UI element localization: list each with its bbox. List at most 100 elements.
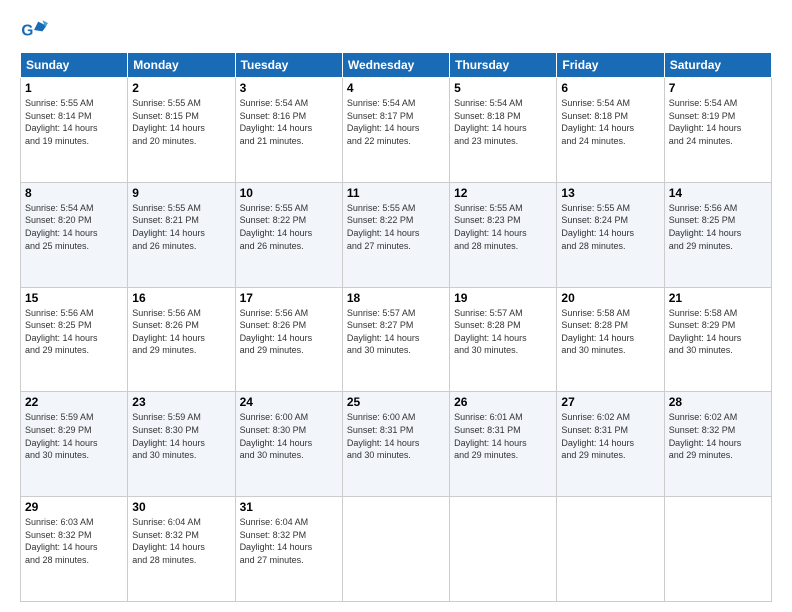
- day-number: 8: [25, 186, 123, 200]
- calendar-cell: 27Sunrise: 6:02 AM Sunset: 8:31 PM Dayli…: [557, 392, 664, 497]
- day-info: Sunrise: 5:56 AM Sunset: 8:26 PM Dayligh…: [240, 307, 338, 357]
- day-number: 28: [669, 395, 767, 409]
- day-number: 25: [347, 395, 445, 409]
- calendar-week-1: 1 Sunrise: 5:55 AM Sunset: 8:14 PM Daylig…: [21, 78, 772, 183]
- day-info: Sunrise: 6:00 AM Sunset: 8:30 PM Dayligh…: [240, 411, 338, 461]
- calendar-cell: 17 Sunrise: 5:56 AM Sunset: 8:26 PM Dayli…: [235, 287, 342, 392]
- calendar-cell: 10Sunrise: 5:55 AM Sunset: 8:22 PM Dayli…: [235, 182, 342, 287]
- calendar-cell: 11 Sunrise: 5:55 AM Sunset: 8:22 PM Dayli…: [342, 182, 449, 287]
- day-info: Sunrise: 6:00 AM Sunset: 8:31 PM Dayligh…: [347, 411, 445, 461]
- day-info: Sunrise: 5:56 AM Sunset: 8:25 PM Dayligh…: [669, 202, 767, 252]
- day-number: 13: [561, 186, 659, 200]
- day-info: Sunrise: 5:54 AM Sunset: 8:17 PM Dayligh…: [347, 97, 445, 147]
- day-info: Sunrise: 5:57 AM Sunset: 8:28 PM Dayligh…: [454, 307, 552, 357]
- day-info: Sunrise: 6:02 AM Sunset: 8:31 PM Dayligh…: [561, 411, 659, 461]
- day-number: 26: [454, 395, 552, 409]
- day-number: 3: [240, 81, 338, 95]
- day-info: Sunrise: 6:01 AM Sunset: 8:31 PM Dayligh…: [454, 411, 552, 461]
- day-info: Sunrise: 5:54 AM Sunset: 8:18 PM Dayligh…: [454, 97, 552, 147]
- day-number: 9: [132, 186, 230, 200]
- day-number: 12: [454, 186, 552, 200]
- calendar-week-5: 29 Sunrise: 6:03 AM Sunset: 8:32 PM Dayli…: [21, 497, 772, 602]
- calendar-cell: 7 Sunrise: 5:54 AM Sunset: 8:19 PM Daylig…: [664, 78, 771, 183]
- calendar-cell: 15 Sunrise: 5:56 AM Sunset: 8:25 PM Dayli…: [21, 287, 128, 392]
- calendar-cell: 2Sunrise: 5:55 AM Sunset: 8:15 PM Daylig…: [128, 78, 235, 183]
- day-info: Sunrise: 5:56 AM Sunset: 8:25 PM Dayligh…: [25, 307, 123, 357]
- col-header-tuesday: Tuesday: [235, 53, 342, 78]
- calendar-week-3: 15 Sunrise: 5:56 AM Sunset: 8:25 PM Dayli…: [21, 287, 772, 392]
- day-number: 29: [25, 500, 123, 514]
- day-number: 30: [132, 500, 230, 514]
- day-number: 23: [132, 395, 230, 409]
- header: G: [20, 16, 772, 44]
- day-number: 14: [669, 186, 767, 200]
- calendar-cell: 5 Sunrise: 5:54 AM Sunset: 8:18 PM Daylig…: [450, 78, 557, 183]
- calendar-cell: 24 Sunrise: 6:00 AM Sunset: 8:30 PM Dayli…: [235, 392, 342, 497]
- day-info: Sunrise: 5:55 AM Sunset: 8:15 PM Dayligh…: [132, 97, 230, 147]
- day-info: Sunrise: 5:55 AM Sunset: 8:22 PM Dayligh…: [347, 202, 445, 252]
- day-number: 6: [561, 81, 659, 95]
- day-info: Sunrise: 5:57 AM Sunset: 8:27 PM Dayligh…: [347, 307, 445, 357]
- day-info: Sunrise: 5:54 AM Sunset: 8:19 PM Dayligh…: [669, 97, 767, 147]
- day-number: 7: [669, 81, 767, 95]
- day-number: 16: [132, 291, 230, 305]
- day-info: Sunrise: 5:54 AM Sunset: 8:16 PM Dayligh…: [240, 97, 338, 147]
- day-info: Sunrise: 5:58 AM Sunset: 8:28 PM Dayligh…: [561, 307, 659, 357]
- logo-icon: G: [20, 16, 48, 44]
- col-header-wednesday: Wednesday: [342, 53, 449, 78]
- calendar-cell: 8 Sunrise: 5:54 AM Sunset: 8:20 PM Daylig…: [21, 182, 128, 287]
- svg-text:G: G: [21, 23, 33, 40]
- calendar-cell: [664, 497, 771, 602]
- day-info: Sunrise: 6:04 AM Sunset: 8:32 PM Dayligh…: [240, 516, 338, 566]
- day-number: 10: [240, 186, 338, 200]
- calendar-table: SundayMondayTuesdayWednesdayThursdayFrid…: [20, 52, 772, 602]
- calendar-cell: 6Sunrise: 5:54 AM Sunset: 8:18 PM Daylig…: [557, 78, 664, 183]
- calendar-cell: 30Sunrise: 6:04 AM Sunset: 8:32 PM Dayli…: [128, 497, 235, 602]
- day-info: Sunrise: 5:55 AM Sunset: 8:23 PM Dayligh…: [454, 202, 552, 252]
- day-number: 18: [347, 291, 445, 305]
- day-info: Sunrise: 5:56 AM Sunset: 8:26 PM Dayligh…: [132, 307, 230, 357]
- calendar-cell: [557, 497, 664, 602]
- calendar-cell: 19 Sunrise: 5:57 AM Sunset: 8:28 PM Dayli…: [450, 287, 557, 392]
- calendar-cell: [342, 497, 449, 602]
- calendar-cell: 29 Sunrise: 6:03 AM Sunset: 8:32 PM Dayli…: [21, 497, 128, 602]
- day-info: Sunrise: 6:03 AM Sunset: 8:32 PM Dayligh…: [25, 516, 123, 566]
- calendar-cell: 21Sunrise: 5:58 AM Sunset: 8:29 PM Dayli…: [664, 287, 771, 392]
- day-number: 11: [347, 186, 445, 200]
- calendar-week-4: 22Sunrise: 5:59 AM Sunset: 8:29 PM Dayli…: [21, 392, 772, 497]
- calendar-cell: 31 Sunrise: 6:04 AM Sunset: 8:32 PM Dayli…: [235, 497, 342, 602]
- calendar-cell: 22Sunrise: 5:59 AM Sunset: 8:29 PM Dayli…: [21, 392, 128, 497]
- calendar-cell: 18 Sunrise: 5:57 AM Sunset: 8:27 PM Dayli…: [342, 287, 449, 392]
- day-info: Sunrise: 5:54 AM Sunset: 8:20 PM Dayligh…: [25, 202, 123, 252]
- day-info: Sunrise: 5:55 AM Sunset: 8:21 PM Dayligh…: [132, 202, 230, 252]
- day-number: 31: [240, 500, 338, 514]
- calendar-cell: 16 Sunrise: 5:56 AM Sunset: 8:26 PM Dayli…: [128, 287, 235, 392]
- calendar-cell: 4Sunrise: 5:54 AM Sunset: 8:17 PM Daylig…: [342, 78, 449, 183]
- calendar-week-2: 8 Sunrise: 5:54 AM Sunset: 8:20 PM Daylig…: [21, 182, 772, 287]
- calendar-cell: 23Sunrise: 5:59 AM Sunset: 8:30 PM Dayli…: [128, 392, 235, 497]
- day-info: Sunrise: 5:58 AM Sunset: 8:29 PM Dayligh…: [669, 307, 767, 357]
- logo: G: [20, 16, 50, 44]
- calendar-cell: 20 Sunrise: 5:58 AM Sunset: 8:28 PM Dayli…: [557, 287, 664, 392]
- day-number: 24: [240, 395, 338, 409]
- col-header-thursday: Thursday: [450, 53, 557, 78]
- calendar-cell: 28 Sunrise: 6:02 AM Sunset: 8:32 PM Dayli…: [664, 392, 771, 497]
- page: G SundayMondayTuesdayWednesdayThursdayFr…: [0, 0, 792, 612]
- calendar-cell: 25 Sunrise: 6:00 AM Sunset: 8:31 PM Dayli…: [342, 392, 449, 497]
- day-info: Sunrise: 6:02 AM Sunset: 8:32 PM Dayligh…: [669, 411, 767, 461]
- day-number: 19: [454, 291, 552, 305]
- col-header-friday: Friday: [557, 53, 664, 78]
- day-number: 1: [25, 81, 123, 95]
- calendar-cell: 3 Sunrise: 5:54 AM Sunset: 8:16 PM Daylig…: [235, 78, 342, 183]
- day-info: Sunrise: 5:55 AM Sunset: 8:14 PM Dayligh…: [25, 97, 123, 147]
- calendar-cell: 1 Sunrise: 5:55 AM Sunset: 8:14 PM Daylig…: [21, 78, 128, 183]
- calendar-cell: 12 Sunrise: 5:55 AM Sunset: 8:23 PM Dayli…: [450, 182, 557, 287]
- day-number: 17: [240, 291, 338, 305]
- calendar-cell: 9 Sunrise: 5:55 AM Sunset: 8:21 PM Daylig…: [128, 182, 235, 287]
- day-number: 5: [454, 81, 552, 95]
- col-header-saturday: Saturday: [664, 53, 771, 78]
- calendar-cell: 26 Sunrise: 6:01 AM Sunset: 8:31 PM Dayli…: [450, 392, 557, 497]
- day-number: 20: [561, 291, 659, 305]
- day-number: 15: [25, 291, 123, 305]
- day-number: 22: [25, 395, 123, 409]
